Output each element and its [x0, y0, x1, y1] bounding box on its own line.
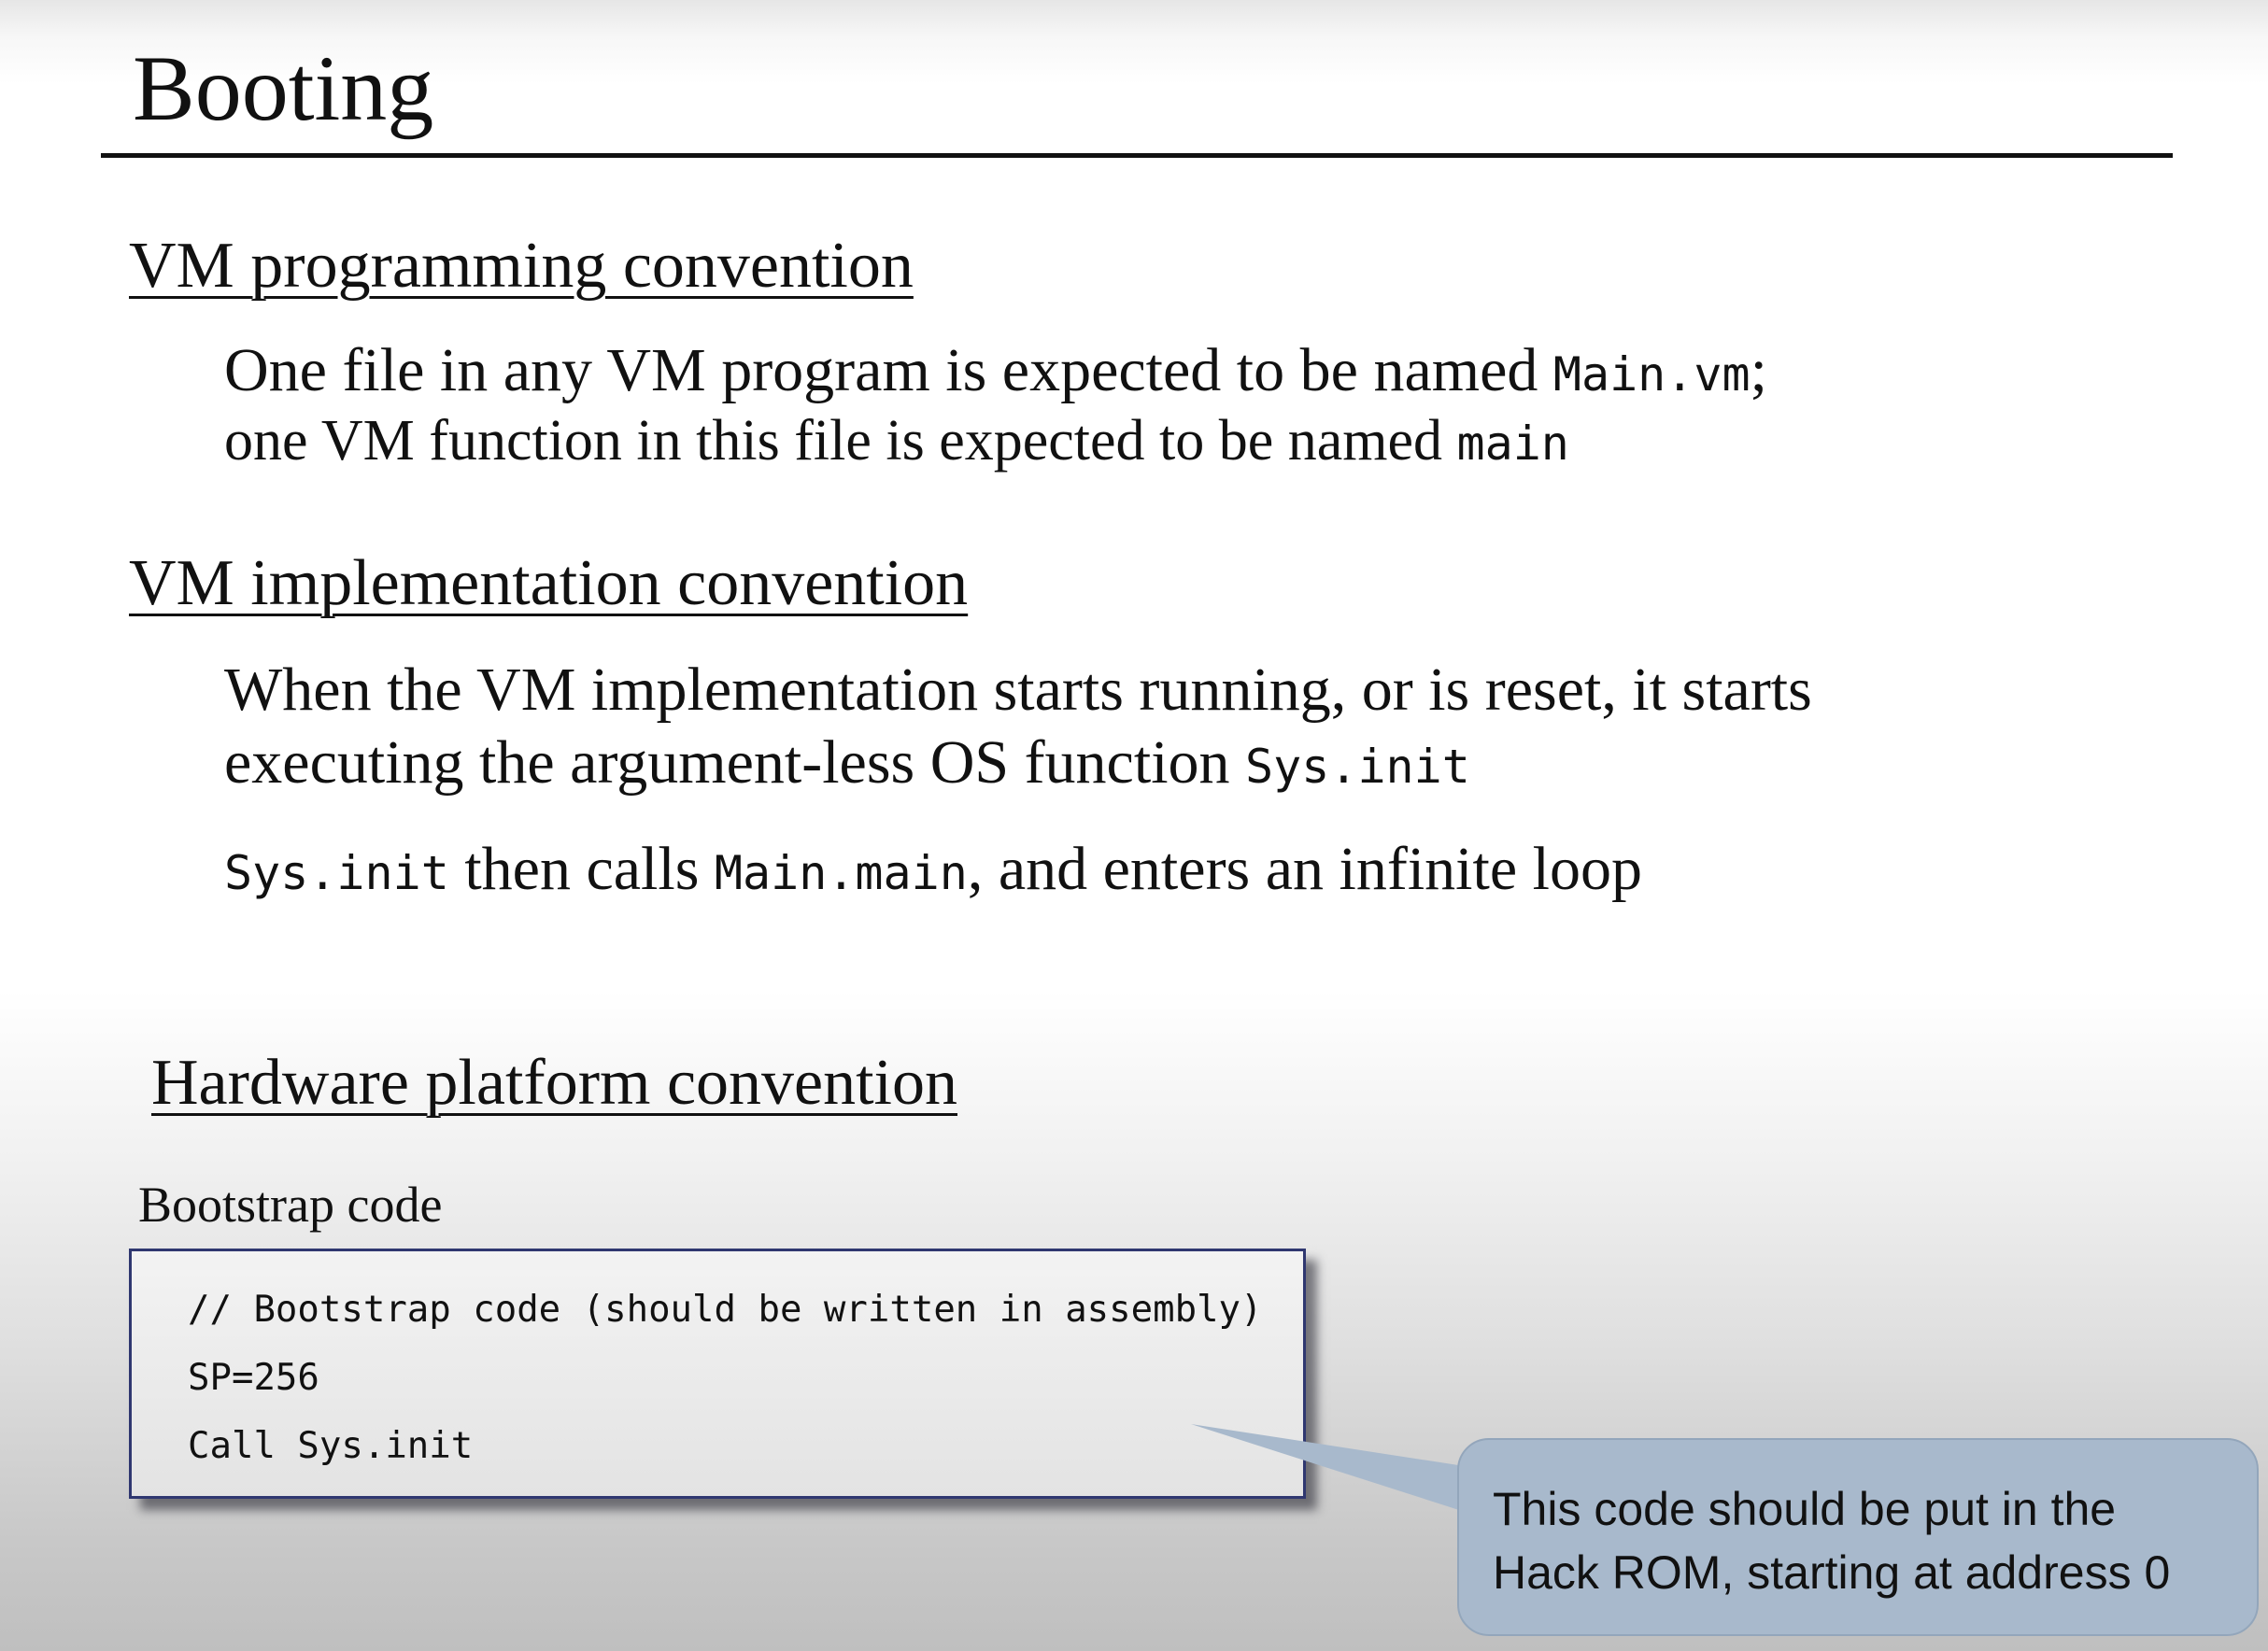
- vm-implementation-para-2-text-1: then calls: [448, 835, 715, 903]
- slide-title: Booting: [133, 36, 434, 140]
- vm-implementation-para-1-line-2-text: executing the argument-less OS function: [224, 728, 1246, 797]
- sys-init-code: Sys.init: [1245, 740, 1470, 794]
- callout-line-1: This code should be put in the: [1493, 1483, 2117, 1535]
- bootstrap-code-label: Bootstrap code: [138, 1177, 443, 1233]
- vm-implementation-para-2: Sys.init then calls Main.main, and enter…: [224, 833, 1642, 910]
- vm-programming-line-2-text: one VM function in this file is expected…: [224, 409, 1457, 473]
- bootstrap-code-box: // Bootstrap code (should be written in …: [129, 1249, 1306, 1499]
- sys-init-code-2: Sys.init: [224, 846, 449, 900]
- vm-implementation-para-1-line-1: When the VM implementation starts runnin…: [224, 656, 1812, 724]
- vm-implementation-para-2-text-2: , and enters an infinite loop: [967, 835, 1642, 903]
- vm-programming-line-1-end: ;: [1750, 336, 1767, 404]
- vm-programming-line-1: One file in any VM program is expected t…: [224, 334, 1767, 411]
- code-line-comment: // Bootstrap code (should be written in …: [188, 1289, 1263, 1331]
- code-line-sp: SP=256: [188, 1357, 319, 1399]
- hardware-platform-heading: Hardware platform convention: [151, 1047, 958, 1119]
- callout-line-2: Hack ROM, starting at address 0: [1493, 1546, 2171, 1599]
- rom-callout: This code should be put in the Hack ROM,…: [1457, 1438, 2259, 1636]
- vm-programming-heading: VM programming convention: [129, 230, 914, 302]
- main-main-code: Main.main: [714, 846, 968, 900]
- code-line-call: Call Sys.init: [188, 1425, 474, 1467]
- main-function-name: main: [1456, 416, 1569, 471]
- vm-implementation-heading: VM implementation convention: [129, 547, 969, 619]
- vm-programming-line-1-text: One file in any VM program is expected t…: [224, 336, 1553, 404]
- vm-implementation-para-1-line-2: executing the argument-less OS function …: [224, 727, 1470, 803]
- vm-programming-line-2: one VM function in this file is expected…: [224, 404, 1569, 480]
- title-divider: [101, 153, 2173, 158]
- main-vm-filename: Main.vm: [1552, 347, 1751, 402]
